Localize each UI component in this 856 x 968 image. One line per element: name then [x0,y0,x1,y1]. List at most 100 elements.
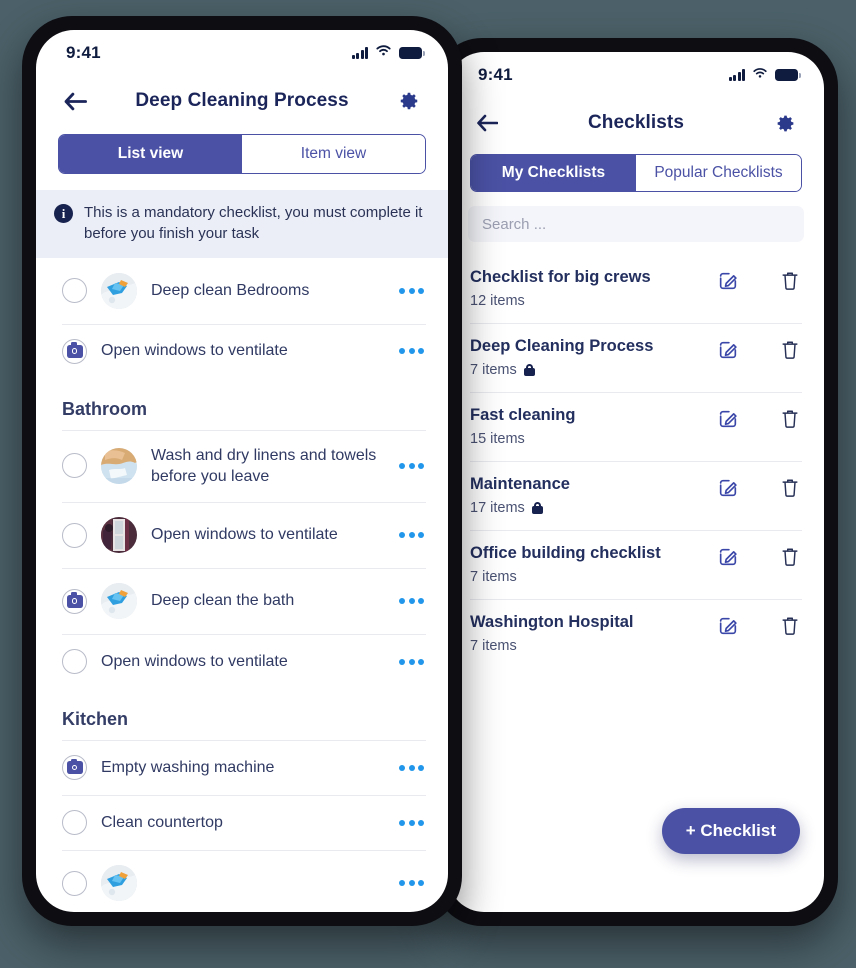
item-menu-button[interactable] [397,653,426,671]
edit-icon [719,272,737,290]
item-menu-button[interactable] [397,759,426,777]
list-item[interactable]: Deep Cleaning Process 7 items [448,323,824,392]
edit-icon [719,548,737,566]
item-photo-checkbox[interactable] [62,588,87,614]
checklist-info: Fast cleaning 15 items [470,406,702,447]
checklist-item-count: 12 items [470,293,525,309]
edit-icon [719,341,737,359]
list-item[interactable]: Fast cleaning 15 items [448,392,824,461]
edit-button[interactable] [716,614,740,638]
list-item[interactable]: Empty washing machine [36,740,448,795]
item-label: Deep clean the bath [151,592,295,610]
banner-text: This is a mandatory checklist, you must … [84,204,423,243]
edit-button[interactable] [716,269,740,293]
edit-icon [719,617,737,635]
checklist-name: Maintenance [470,475,570,493]
camera-icon [66,592,83,608]
tab-my-checklists[interactable]: My Checklists [471,155,636,191]
checklist-actions [716,406,802,431]
tab-popular-checklists[interactable]: Popular Checklists [636,155,801,191]
lock-icon [531,502,543,514]
search-input[interactable]: Search ... [468,206,804,242]
add-checklist-button[interactable]: + Checklist [661,808,800,854]
search-area: Search ... [448,192,824,254]
checklist-name: Deep Cleaning Process [470,337,654,355]
item-photo-checkbox[interactable] [62,755,87,781]
settings-button[interactable] [394,86,424,116]
item-checkbox[interactable] [62,453,87,479]
trash-icon [782,341,798,359]
battery-icon [775,69,801,81]
item-menu-button[interactable] [397,282,426,300]
item-label: Deep clean Bedrooms [151,281,310,299]
list-item[interactable]: Wash and dry linens and towels before yo… [36,429,448,503]
edit-button[interactable] [716,338,740,362]
item-menu-button[interactable] [397,342,426,360]
status-bar: 9:41 [448,52,824,98]
checklist-item-count: 7 items [470,569,517,585]
back-button[interactable] [60,86,90,116]
camera-icon [66,758,83,775]
delete-button[interactable] [778,269,802,293]
delete-button[interactable] [778,338,802,362]
settings-button[interactable] [770,108,800,138]
delete-button[interactable] [778,614,802,638]
view-mode-tabs: List view Item view [58,134,426,174]
trash-icon [782,410,798,428]
checklist-info: Checklist for big crews 12 items [470,268,702,309]
item-menu-button[interactable] [397,874,426,892]
back-button[interactable] [472,108,502,138]
list-item[interactable]: Maintenance 17 items [448,461,824,530]
trash-icon [782,617,798,635]
list-item[interactable]: Office building checklist 7 items [448,530,824,599]
item-checkbox[interactable] [62,810,87,836]
item-label: Open windows to ventilate [151,526,338,544]
list-item[interactable]: Open windows to ventilate [36,502,448,568]
checklists-screen: 9:41 Checklists My Checklists Popular Ch… [448,52,824,912]
checklist-info: Washington Hospital 7 items [470,613,702,654]
delete-button[interactable] [778,407,802,431]
page-title: Checklists [587,112,685,133]
list-item[interactable]: Deep clean the bath [36,568,448,634]
item-label: Open windows to ventilate [101,342,288,360]
trash-icon [782,272,798,290]
item-photo-checkbox[interactable] [62,338,87,364]
edit-button[interactable] [716,407,740,431]
navbar: Deep Cleaning Process [36,76,448,126]
item-checkbox[interactable] [62,278,87,304]
checklist-detail-screen: 9:41 Deep Cleaning Process List view Ite… [36,30,448,912]
battery-icon [399,47,425,59]
delete-button[interactable] [778,545,802,569]
edit-button[interactable] [716,476,740,500]
checklist-actions [716,337,802,362]
item-checkbox[interactable] [62,870,87,896]
checklist-info: Maintenance 17 items [470,475,702,516]
item-checkbox[interactable] [62,522,87,548]
list-item[interactable]: Open windows to ventilate [36,323,448,379]
item-menu-button[interactable] [397,526,426,544]
tab-list-view[interactable]: List view [59,135,242,173]
wifi-icon [752,66,768,84]
item-menu-button[interactable] [397,814,426,832]
edit-button[interactable] [716,545,740,569]
checklist-actions [716,613,802,638]
list-item[interactable]: Deep clean Bedrooms [36,258,448,324]
checklist-items: Deep clean Bedrooms Open windows to vent… [36,258,448,912]
item-menu-button[interactable] [397,457,426,475]
list-item[interactable]: Checklist for big crews 12 items [448,254,824,323]
mockup-stage: 9:41 Checklists My Checklists Popular Ch… [0,0,856,968]
wifi-icon [375,44,392,62]
trash-icon [782,479,798,497]
item-checkbox[interactable] [62,649,87,675]
cellular-signal-icon [352,47,368,59]
list-item[interactable]: Washington Hospital 7 items [448,599,824,668]
list-item[interactable]: Open windows to ventilate [36,634,448,689]
list-item[interactable] [36,850,448,912]
item-menu-button[interactable] [397,592,426,610]
checklist-item-count: 15 items [470,431,525,447]
tab-item-view[interactable]: Item view [242,135,425,173]
status-bar: 9:41 [36,30,448,76]
list-item[interactable]: Clean countertop [36,795,448,850]
item-thumbnail [101,447,137,484]
delete-button[interactable] [778,476,802,500]
